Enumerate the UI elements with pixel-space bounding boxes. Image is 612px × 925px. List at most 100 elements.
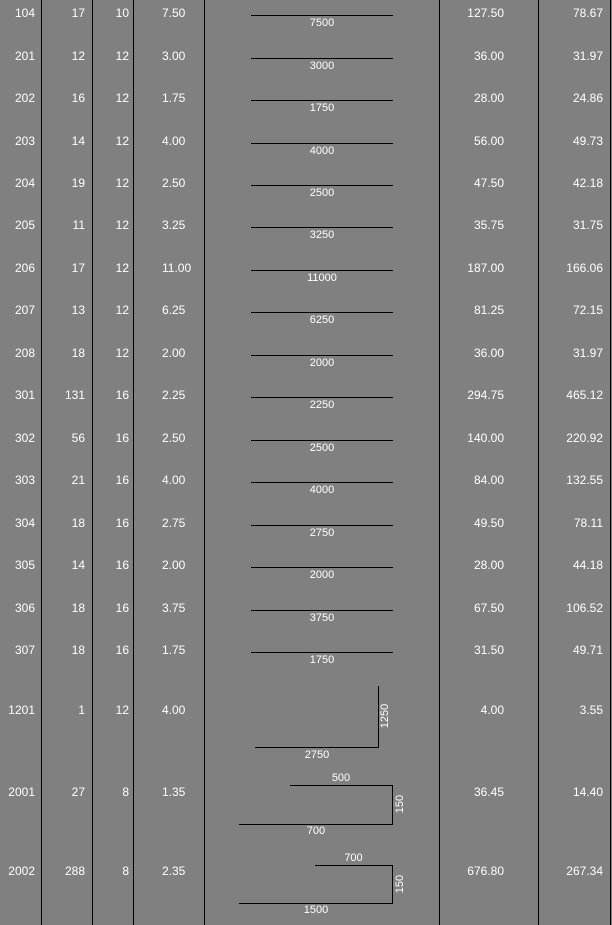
bar-shape-line bbox=[251, 100, 393, 101]
bar-shape-dimension: 2500 bbox=[309, 187, 335, 199]
bar-count: 18 bbox=[71, 346, 85, 360]
bar-shape-line bbox=[251, 610, 393, 611]
bar-length: 6.25 bbox=[162, 303, 186, 317]
bar-mark: 305 bbox=[14, 558, 35, 572]
bar-shape-dimension: 7500 bbox=[309, 17, 335, 29]
bar-mark: 206 bbox=[14, 261, 35, 275]
bar-shape-dimension: 4000 bbox=[309, 484, 335, 496]
bar-shape-line bbox=[290, 785, 392, 786]
bar-diameter: 12 bbox=[115, 303, 129, 317]
bar-diameter: 16 bbox=[115, 473, 129, 487]
bar-mark: 302 bbox=[14, 431, 35, 445]
bar-total-length: 56.00 bbox=[473, 134, 504, 148]
bar-diameter: 16 bbox=[115, 643, 129, 657]
bar-shape-line bbox=[251, 15, 393, 16]
bar-shape-dimension: 1250 bbox=[379, 703, 391, 729]
bar-mark: 304 bbox=[14, 516, 35, 530]
bar-diameter: 12 bbox=[115, 346, 129, 360]
bar-shape-dimension: 700 bbox=[344, 852, 363, 864]
bar-diameter: 12 bbox=[115, 134, 129, 148]
bar-shape-line bbox=[251, 567, 393, 568]
bar-length: 2.35 bbox=[162, 864, 186, 878]
bar-shape-dimension: 2750 bbox=[304, 749, 330, 761]
bar-diameter: 12 bbox=[115, 261, 129, 275]
bar-weight: 106.52 bbox=[566, 601, 603, 615]
bar-length: 3.75 bbox=[162, 601, 186, 615]
bar-total-length: 81.25 bbox=[473, 303, 504, 317]
bar-count: 16 bbox=[71, 91, 85, 105]
bar-count: 17 bbox=[71, 261, 85, 275]
bar-shape-line bbox=[251, 525, 393, 526]
bar-count: 14 bbox=[71, 558, 85, 572]
bar-count: 19 bbox=[71, 176, 85, 190]
bar-weight: 78.67 bbox=[572, 6, 603, 20]
bar-weight: 78.11 bbox=[573, 516, 603, 530]
bar-shape-dimension: 150 bbox=[394, 874, 406, 894]
bar-shape-dimension: 3000 bbox=[309, 60, 335, 72]
bar-length: 2.00 bbox=[162, 558, 186, 572]
bar-shape-dimension: 11000 bbox=[307, 272, 337, 284]
bar-weight: 267.34 bbox=[566, 864, 603, 878]
bar-shape-line bbox=[255, 747, 379, 748]
bar-mark: 204 bbox=[14, 176, 35, 190]
bar-shape-dimension: 2000 bbox=[309, 569, 335, 581]
bar-shape-line bbox=[251, 270, 393, 271]
bar-mark: 303 bbox=[14, 473, 35, 487]
bar-total-length: 35.75 bbox=[473, 218, 504, 232]
bar-length: 1.75 bbox=[162, 91, 186, 105]
bar-shape-dimension: 1750 bbox=[309, 654, 335, 666]
bar-shape-dimension: 3750 bbox=[309, 612, 335, 624]
bar-diameter: 16 bbox=[115, 516, 129, 530]
bar-diameter: 10 bbox=[115, 6, 129, 20]
bar-diameter: 12 bbox=[115, 91, 129, 105]
bar-shape-line bbox=[251, 185, 393, 186]
bar-shape-dimension: 2750 bbox=[309, 527, 335, 539]
bar-length: 2.50 bbox=[162, 431, 186, 445]
bar-shape-dimension: 6250 bbox=[309, 314, 335, 326]
bar-length: 2.25 bbox=[162, 388, 186, 402]
bar-shape-dimension: 4000 bbox=[309, 145, 335, 157]
bar-mark: 207 bbox=[14, 303, 35, 317]
bar-shape-dimension: 1500 bbox=[303, 904, 329, 916]
bar-shape-line bbox=[251, 312, 393, 313]
bar-total-length: 47.50 bbox=[473, 176, 504, 190]
bar-diameter: 12 bbox=[115, 176, 129, 190]
bar-schedule-sheet: 104 17 10 7.50 127.50 78.67 7500 201 12 12 3.00 36.… bbox=[0, 0, 612, 925]
bar-shape-line bbox=[251, 143, 393, 144]
bar-length: 4.00 bbox=[162, 134, 186, 148]
bar-length: 4.00 bbox=[162, 473, 186, 487]
bar-weight: 465.12 bbox=[566, 388, 603, 402]
bar-length: 2.50 bbox=[162, 176, 186, 190]
column-divider bbox=[610, 0, 611, 925]
bar-shape-line bbox=[315, 865, 392, 866]
bar-weight: 49.71 bbox=[572, 643, 603, 657]
bar-mark: 208 bbox=[14, 346, 35, 360]
bar-total-length: 36.45 bbox=[473, 785, 504, 799]
bar-diameter: 16 bbox=[115, 431, 129, 445]
bar-length: 1.75 bbox=[162, 643, 186, 657]
bar-count: 21 bbox=[71, 473, 85, 487]
bar-weight: 31.75 bbox=[572, 218, 603, 232]
bar-shape-dimension: 500 bbox=[331, 772, 351, 784]
bar-total-length: 49.50 bbox=[473, 516, 504, 530]
bar-diameter: 12 bbox=[115, 49, 129, 63]
bar-weight: 166.06 bbox=[566, 261, 603, 275]
bar-length: 11.00 bbox=[162, 261, 192, 275]
bar-weight: 44.18 bbox=[572, 558, 603, 572]
bar-total-length: 294.75 bbox=[467, 388, 504, 402]
bar-total-length: 28.00 bbox=[473, 91, 504, 105]
bar-count: 12 bbox=[71, 49, 85, 63]
bar-total-length: 67.50 bbox=[473, 601, 504, 615]
bar-weight: 24.86 bbox=[572, 91, 603, 105]
bar-diameter: 16 bbox=[115, 601, 129, 615]
bar-shape-dimension: 700 bbox=[306, 825, 326, 837]
bar-count: 14 bbox=[71, 134, 85, 148]
bar-length: 3.00 bbox=[162, 49, 186, 63]
bar-total-length: 4.00 bbox=[480, 703, 504, 717]
bar-diameter: 8 bbox=[122, 864, 129, 878]
bar-shape-dimension: 2000 bbox=[309, 357, 335, 369]
bar-total-length: 140.00 bbox=[467, 431, 504, 445]
bar-weight: 49.73 bbox=[572, 134, 603, 148]
bar-weight: 31.97 bbox=[572, 346, 603, 360]
bar-mark: 205 bbox=[14, 218, 35, 232]
